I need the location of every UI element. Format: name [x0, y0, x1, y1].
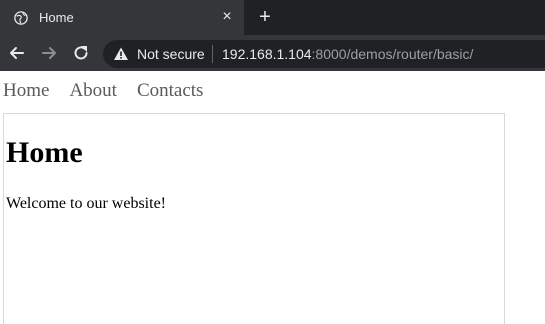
nav-link-about[interactable]: About	[69, 80, 117, 101]
welcome-text: Welcome to our website!	[6, 195, 166, 212]
security-status[interactable]: Not secure	[137, 46, 205, 62]
tab-strip: Home × +	[0, 0, 545, 35]
globe-icon	[14, 11, 28, 25]
nav-link-contacts[interactable]: Contacts	[137, 80, 204, 101]
tab-title: Home	[39, 10, 74, 25]
url-text[interactable]: 192.168.1.104:8000/demos/router/basic/	[222, 46, 473, 62]
reload-icon[interactable]	[71, 43, 91, 63]
back-arrow-icon[interactable]	[7, 43, 27, 63]
nav-link-home[interactable]: Home	[3, 80, 49, 101]
site-nav: Home About Contacts	[3, 80, 223, 102]
warning-icon[interactable]	[113, 46, 129, 62]
new-tab-button[interactable]: +	[256, 7, 274, 27]
page-heading: Home	[6, 136, 83, 169]
address-divider	[212, 45, 213, 63]
page-content: Home About Contacts Home Welcome to our we…	[0, 71, 545, 324]
tab-home[interactable]: Home ×	[0, 0, 244, 35]
forward-arrow-icon[interactable]	[39, 43, 59, 63]
url-host: 192.168.1.104	[222, 46, 312, 62]
close-tab-button[interactable]: ×	[218, 8, 236, 26]
url-path: :8000/demos/router/basic/	[311, 46, 474, 62]
router-view: Home Welcome to our website!	[3, 113, 505, 324]
